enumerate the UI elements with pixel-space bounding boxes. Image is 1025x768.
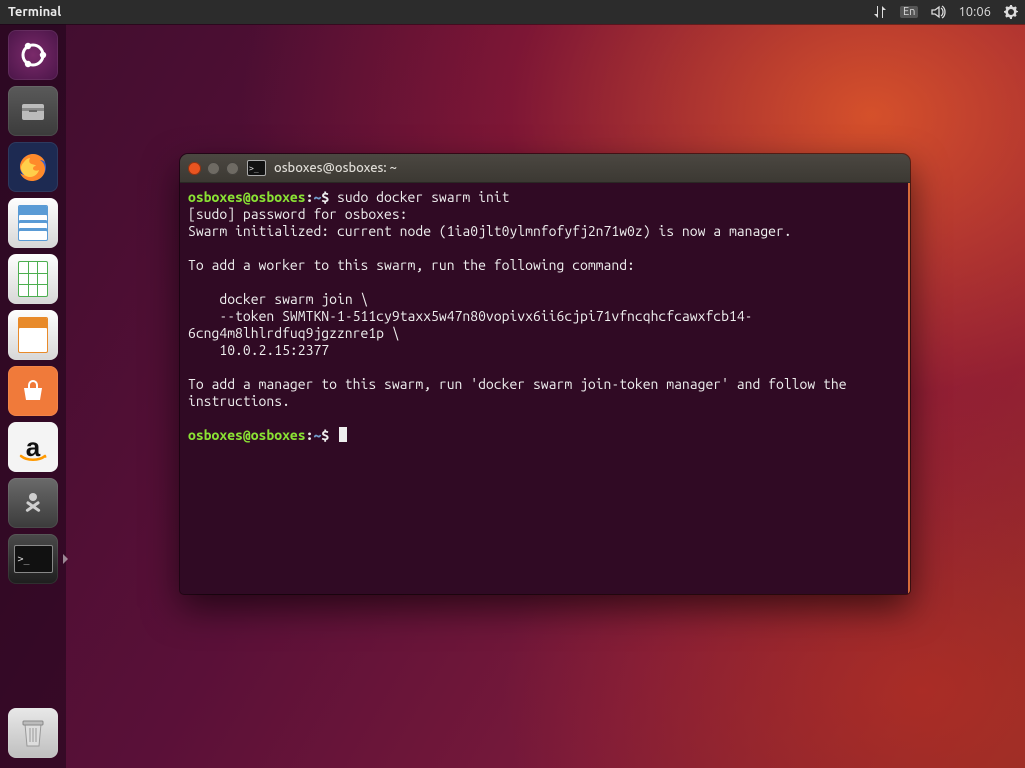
launcher-system-settings[interactable] bbox=[8, 478, 58, 528]
terminal-titlebar[interactable]: >_ osboxes@osboxes: ~ bbox=[180, 154, 910, 183]
terminal-icon: >_ bbox=[14, 545, 53, 573]
launcher-amazon[interactable]: a bbox=[8, 422, 58, 472]
launcher-ubuntu-software[interactable] bbox=[8, 366, 58, 416]
gear-icon[interactable] bbox=[1003, 4, 1019, 20]
launcher-trash[interactable] bbox=[8, 708, 58, 758]
sound-icon[interactable] bbox=[930, 4, 946, 20]
terminal-title: osboxes@osboxes: ~ bbox=[274, 161, 397, 175]
terminal-cursor bbox=[339, 427, 347, 442]
window-minimize-button[interactable] bbox=[207, 162, 220, 175]
desktop: Terminal En 10:06 bbox=[0, 0, 1025, 768]
launcher-files[interactable] bbox=[8, 86, 58, 136]
active-app-label: Terminal bbox=[8, 5, 61, 19]
launcher-ubuntu-dash[interactable] bbox=[8, 30, 58, 80]
terminal-window[interactable]: >_ osboxes@osboxes: ~ osboxes@osboxes:~$… bbox=[180, 154, 910, 594]
system-tray: En 10:06 bbox=[872, 4, 1019, 20]
terminal-output[interactable]: osboxes@osboxes:~$ sudo docker swarm ini… bbox=[180, 183, 910, 594]
launcher-terminal[interactable]: >_ bbox=[8, 534, 58, 584]
launcher-firefox[interactable] bbox=[8, 142, 58, 192]
launcher-libreoffice-impress[interactable] bbox=[8, 310, 58, 360]
network-icon[interactable] bbox=[872, 4, 888, 20]
window-maximize-button[interactable] bbox=[226, 162, 239, 175]
clock[interactable]: 10:06 bbox=[958, 5, 991, 19]
input-language-indicator[interactable]: En bbox=[900, 6, 918, 18]
terminal-icon: >_ bbox=[247, 160, 266, 176]
launcher-libreoffice-calc[interactable] bbox=[8, 254, 58, 304]
window-close-button[interactable] bbox=[188, 162, 201, 175]
launcher-libreoffice-writer[interactable] bbox=[8, 198, 58, 248]
unity-launcher: a >_ bbox=[0, 24, 66, 768]
top-panel: Terminal En 10:06 bbox=[0, 0, 1025, 24]
